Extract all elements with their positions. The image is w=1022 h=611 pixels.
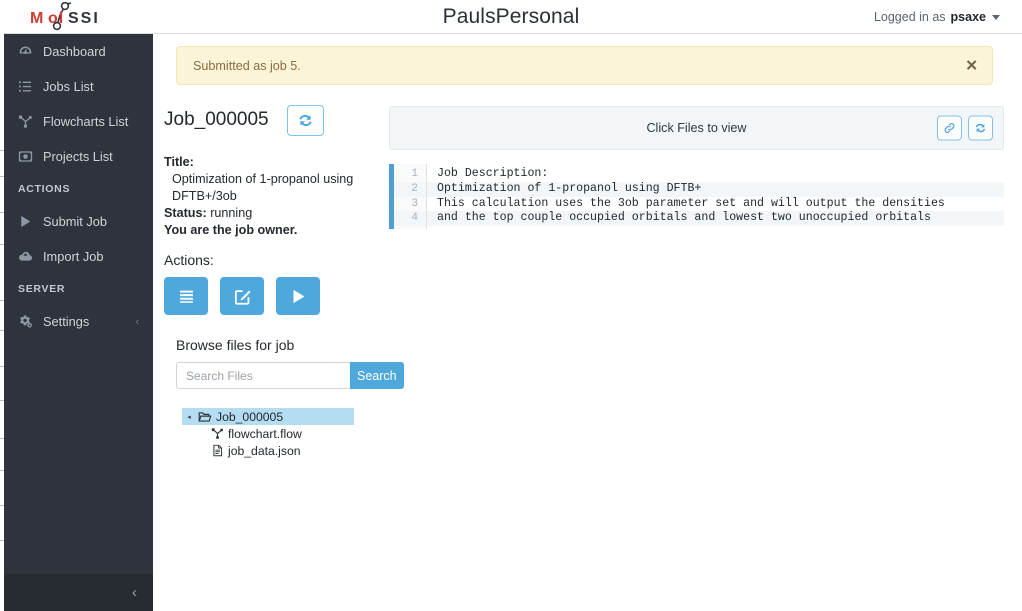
viewer-header-buttons	[937, 115, 993, 141]
sidebar-item-label: Dashboard	[43, 44, 106, 59]
chevron-left-icon: ‹	[135, 316, 139, 327]
line-number: 4	[394, 211, 426, 227]
sitemap-icon	[208, 427, 226, 440]
window-edge-strip	[0, 0, 4, 611]
status-alert: Submitted as job 5. ✕	[176, 46, 993, 85]
status-badge: running	[210, 206, 253, 220]
file-search-row: Search	[176, 362, 404, 389]
molssi-logo[interactable]: M ol SSI	[18, 0, 138, 34]
sidebar-item-submit-job[interactable]: Submit Job	[4, 204, 153, 239]
app-root: M ol SSI PaulsPersonal Logged in as psax…	[0, 0, 1022, 611]
user-menu[interactable]: Logged in as psaxe	[874, 0, 1000, 34]
sidebar-item-label: Flowcharts List	[43, 114, 129, 129]
file-viewer-panel: Click Files to view 1 2 3 4 Job Descript…	[389, 106, 1004, 230]
tree-item-job-data[interactable]: job_data.json	[182, 442, 354, 459]
sidebar: Dashboard Jobs List Flowcharts List Proj…	[4, 34, 153, 611]
svg-text:M: M	[30, 10, 44, 27]
sidebar-section-server: SERVER	[18, 283, 66, 295]
job-edit-button[interactable]	[220, 277, 264, 315]
job-title-label: Title:	[164, 155, 194, 169]
sidebar-item-label: Import Job	[43, 249, 104, 264]
close-icon[interactable]: ✕	[965, 58, 978, 73]
sidebar-item-jobs-list[interactable]: Jobs List	[4, 69, 153, 104]
username-label: psaxe	[950, 10, 986, 24]
upload-cloud-icon	[18, 249, 40, 264]
job-header: Job_000005	[164, 100, 389, 140]
search-button[interactable]: Search	[350, 362, 404, 389]
sidebar-item-flowcharts-list[interactable]: Flowcharts List	[4, 104, 153, 139]
play-icon	[18, 214, 40, 229]
code-lines[interactable]: Job Description: Optimization of 1-propa…	[427, 164, 1004, 230]
sidebar-item-label: Submit Job	[43, 214, 108, 229]
search-input[interactable]	[176, 362, 350, 389]
sidebar-item-import-job[interactable]: Import Job	[4, 239, 153, 274]
project-icon	[18, 149, 40, 164]
job-refresh-button[interactable]	[286, 104, 324, 136]
dashboard-icon	[18, 44, 40, 59]
page-title: PaulsPersonal	[442, 5, 580, 28]
tree-item-label: Job_000005	[216, 409, 284, 424]
sidebar-item-label: Projects List	[43, 149, 113, 164]
job-status-label: Status:	[164, 206, 207, 220]
viewer-header-title: Click Files to view	[646, 121, 747, 135]
job-action-buttons	[164, 277, 389, 315]
code-line: Optimization of 1-propanol using DFTB+	[427, 181, 1004, 197]
file-tree: ◂ Job_000005 flowchart.flow job_data.jso…	[182, 408, 354, 459]
tree-item-label: job_data.json	[228, 443, 301, 458]
job-title-value: Optimization of 1-propanol using DFTB+/3…	[172, 172, 354, 203]
chevron-down-icon	[992, 14, 1000, 20]
sidebar-item-label: Settings	[43, 314, 90, 329]
job-owner-note: You are the job owner.	[164, 223, 298, 237]
job-detail-panel: Job_000005 Title: Optimization of 1-prop…	[164, 100, 404, 459]
sidebar-item-projects-list[interactable]: Projects List	[4, 139, 153, 174]
job-run-button[interactable]	[276, 277, 320, 315]
file-icon	[208, 444, 226, 457]
code-line: Job Description:	[437, 167, 549, 180]
chevron-left-icon: ‹	[132, 584, 137, 601]
tree-item-label: flowchart.flow	[228, 426, 302, 441]
tree-toggle-icon[interactable]: ◂	[182, 413, 196, 421]
sidebar-collapse-button[interactable]: ‹	[4, 574, 153, 611]
line-number: 1	[411, 168, 418, 180]
actions-label: Actions:	[164, 252, 214, 268]
job-id-label: Job_000005	[164, 109, 269, 130]
browse-files-label: Browse files for job	[176, 337, 295, 353]
main-content: Submitted as job 5. ✕ Job_000005 Title: …	[153, 34, 1022, 611]
line-number-gutter: 1 2 3 4	[394, 164, 427, 230]
svg-text:SSI: SSI	[68, 10, 100, 27]
tree-item-flowchart[interactable]: flowchart.flow	[182, 425, 354, 442]
viewer-refresh-button[interactable]	[968, 115, 993, 141]
job-meta: Title: Optimization of 1-propanol using …	[164, 154, 389, 239]
sitemap-icon	[18, 114, 40, 129]
sidebar-item-dashboard[interactable]: Dashboard	[4, 34, 153, 69]
logged-in-label: Logged in as	[873, 10, 946, 24]
alert-message: Submitted as job 5.	[193, 58, 301, 73]
svg-text:ol: ol	[48, 10, 64, 27]
sidebar-item-label: Jobs List	[43, 79, 94, 94]
copy-link-button[interactable]	[937, 115, 962, 141]
sidebar-item-settings[interactable]: Settings ‹	[4, 304, 153, 339]
code-line: and the top couple occupied orbitals and…	[427, 211, 1004, 227]
line-number: 2	[394, 181, 426, 197]
viewer-header: Click Files to view	[389, 106, 1004, 150]
line-number: 3	[411, 197, 418, 210]
top-bar: M ol SSI PaulsPersonal Logged in as psax…	[0, 0, 1022, 34]
job-details-button[interactable]	[164, 277, 208, 315]
gears-icon	[18, 314, 40, 329]
tree-item-root[interactable]: ◂ Job_000005	[182, 408, 354, 425]
folder-open-icon	[196, 410, 214, 424]
code-viewer: 1 2 3 4 Job Description: Optimization of…	[389, 164, 1004, 230]
code-line: This calculation uses the 3ob parameter …	[437, 196, 945, 210]
sidebar-section-actions: ACTIONS	[18, 183, 71, 195]
list-icon	[18, 79, 40, 94]
